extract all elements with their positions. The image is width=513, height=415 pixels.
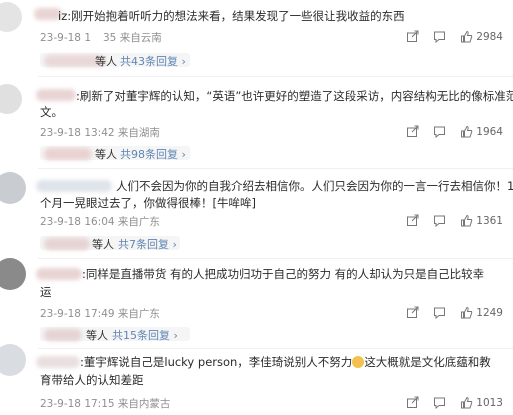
comment-body-line2: 个月一晃眼过去了，你做得很棒！[牛哞哞] bbox=[40, 196, 256, 210]
share-icon[interactable] bbox=[406, 30, 419, 43]
comment-body-line2: 文。 bbox=[40, 105, 63, 119]
view-replies-link[interactable]: 共7条回复 › bbox=[118, 236, 177, 252]
thumbs-up-icon bbox=[460, 396, 473, 409]
divider bbox=[38, 258, 513, 259]
share-icon[interactable] bbox=[406, 214, 419, 227]
divider bbox=[38, 168, 513, 169]
comment-actions: 1249 bbox=[406, 306, 503, 319]
divider bbox=[38, 76, 513, 77]
comment-actions: 1361 bbox=[406, 214, 503, 227]
reply-usernames-blurred bbox=[44, 329, 82, 341]
avatar[interactable] bbox=[0, 344, 26, 376]
username-blurred[interactable] bbox=[36, 268, 82, 280]
like-button[interactable]: 2984 bbox=[460, 30, 503, 43]
share-icon[interactable] bbox=[406, 125, 419, 138]
view-replies-link[interactable]: 共15条回复 › bbox=[112, 327, 178, 343]
comment-meta: 23-9-18 17:49 来自广东 bbox=[40, 308, 160, 320]
comment-meta: 23-9-18 1 35 来自云南 bbox=[40, 32, 162, 44]
thumbs-up-icon bbox=[460, 214, 473, 227]
like-count: 1361 bbox=[476, 214, 503, 227]
reply-prefix: 等人 bbox=[95, 148, 117, 161]
username-suffix[interactable]: iz: bbox=[58, 9, 71, 23]
like-button[interactable]: 1013 bbox=[460, 396, 503, 409]
comment-text-line: :刷新了对董宇辉的认知，“英语”也许更好的塑造了这段采访，内容结构无比的像标准范 bbox=[76, 86, 513, 106]
like-count: 1249 bbox=[476, 306, 503, 319]
reply-usernames-blurred bbox=[44, 148, 92, 160]
comment-meta: 23-9-18 16:04 来自广东 bbox=[40, 216, 160, 228]
comment-icon[interactable] bbox=[433, 214, 446, 227]
comment-body: 刚开始抱着听听力的想法来看，结果发现了一些很让我收益的东西 bbox=[71, 9, 405, 23]
comment-meta: 23-9-18 17:15 来自内蒙古 bbox=[40, 398, 171, 410]
avatar[interactable] bbox=[0, 258, 26, 290]
username-blurred[interactable] bbox=[36, 356, 80, 368]
chevron-right-icon: › bbox=[172, 238, 177, 251]
comment-icon[interactable] bbox=[433, 306, 446, 319]
comment-icon[interactable] bbox=[433, 30, 446, 43]
view-replies-link[interactable]: 共98条回复 › bbox=[120, 146, 186, 162]
comment-body: 同样是直播带货 有的人把成功归功于自己的努力 有的人却认为只是自己比较幸 bbox=[85, 267, 485, 281]
reply-prefix: 等人 bbox=[86, 329, 108, 342]
comment-actions: 1964 bbox=[406, 125, 503, 138]
divider bbox=[38, 348, 513, 349]
comment-body: 董宇辉说自己是lucky person，李佳琦说别人不努力 bbox=[83, 355, 353, 369]
avatar[interactable] bbox=[0, 84, 22, 114]
chevron-right-icon: › bbox=[181, 148, 186, 161]
chevron-right-icon: › bbox=[173, 329, 178, 342]
reply-prefix: 等人 bbox=[92, 238, 114, 251]
comment-body-line2: 育带给人的认知差距 bbox=[40, 373, 144, 387]
share-icon[interactable] bbox=[406, 396, 419, 409]
comment-text: iz:刚开始抱着听听力的想法来看，结果发现了一些很让我收益的东西 bbox=[58, 6, 405, 26]
comment-text-line: :董宇辉说自己是lucky person，李佳琦说别人不努力 这大概就是文化底蕴和… bbox=[80, 352, 491, 372]
comment-body: 刷新了对董宇辉的认知，“英语”也许更好的塑造了这段采访，内容结构无比的像标准范 bbox=[79, 89, 513, 103]
like-count: 1964 bbox=[476, 125, 503, 138]
chevron-right-icon: › bbox=[181, 55, 186, 68]
avatar[interactable] bbox=[0, 2, 22, 32]
like-count: 2984 bbox=[476, 30, 503, 43]
thumbs-up-icon bbox=[460, 125, 473, 138]
comment-actions: 1013 bbox=[406, 396, 503, 409]
reply-prefix: 等人 bbox=[95, 55, 117, 68]
username-blurred[interactable] bbox=[36, 89, 76, 101]
comment-icon[interactable] bbox=[433, 396, 446, 409]
like-button[interactable]: 1249 bbox=[460, 306, 503, 319]
username-blurred[interactable] bbox=[36, 180, 112, 192]
smile-emoji-icon bbox=[352, 356, 365, 368]
share-icon[interactable] bbox=[406, 306, 419, 319]
comment-body-line2: 运 bbox=[40, 285, 52, 299]
comment-body-cont: 这大概就是文化底蕴和教 bbox=[364, 355, 491, 369]
comment-text-line: :同样是直播带货 有的人把成功归功于自己的努力 有的人却认为只是自己比较幸 bbox=[82, 264, 484, 284]
avatar[interactable] bbox=[0, 172, 26, 204]
comment-icon[interactable] bbox=[433, 125, 446, 138]
comment-actions: 2984 bbox=[406, 30, 503, 43]
view-replies-link[interactable]: 共43条回复 › bbox=[120, 53, 186, 69]
thumbs-up-icon bbox=[460, 306, 473, 319]
reply-usernames-blurred bbox=[44, 238, 90, 250]
like-count: 1013 bbox=[476, 396, 503, 409]
like-button[interactable]: 1361 bbox=[460, 214, 503, 227]
comment-meta: 23-9-18 13:42 来自湖南 bbox=[40, 127, 160, 139]
like-button[interactable]: 1964 bbox=[460, 125, 503, 138]
thumbs-up-icon bbox=[460, 30, 473, 43]
